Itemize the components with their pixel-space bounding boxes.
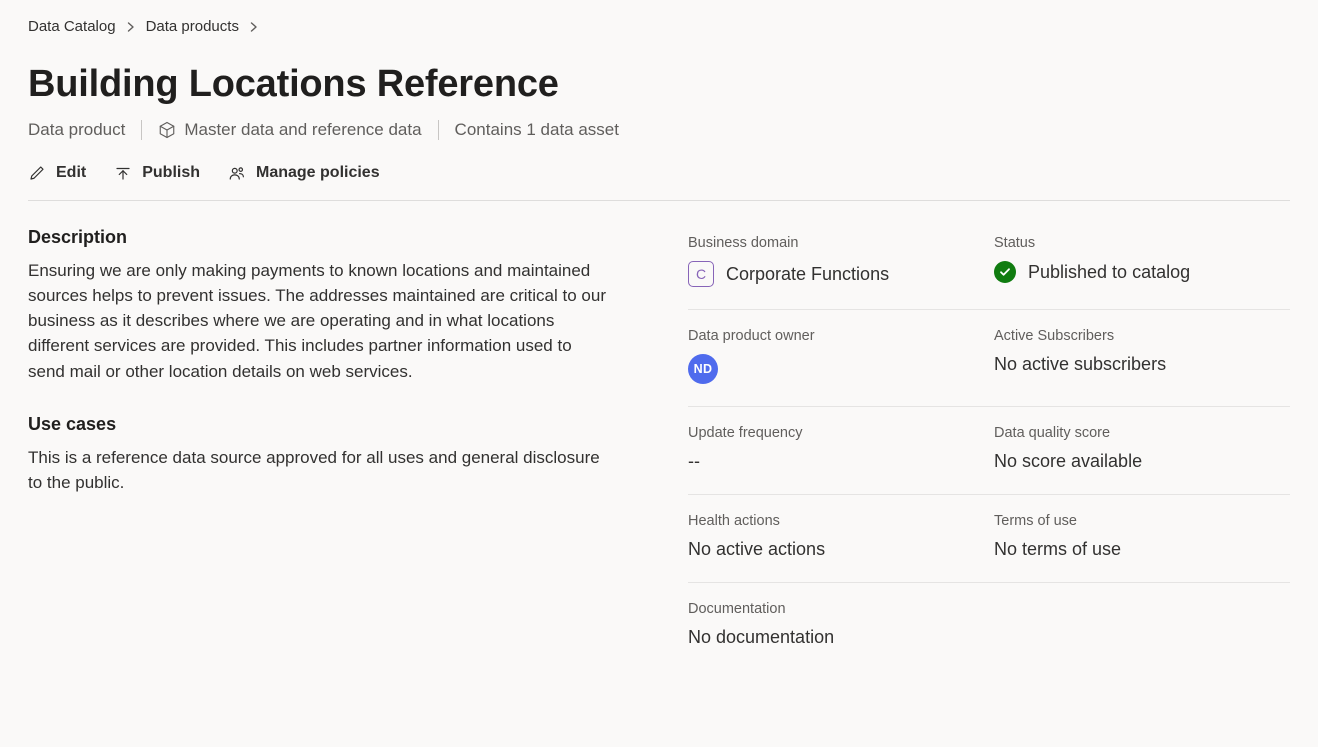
content-area: Description Ensuring we are only making … [28,227,1290,668]
terms-of-use-field: Terms of use No terms of use [994,505,1290,580]
health-actions-field: Health actions No active actions [688,505,984,580]
terms-of-use-label: Terms of use [994,513,1290,529]
divider [688,494,1290,495]
business-domain-value: Corporate Functions [726,264,889,285]
divider [688,582,1290,583]
cube-icon [158,121,176,139]
business-domain-label: Business domain [688,235,984,251]
page-title: Building Locations Reference [28,63,1290,106]
edit-button-label: Edit [56,164,86,182]
divider [438,120,439,140]
description-heading: Description [28,227,608,248]
edit-button[interactable]: Edit [28,164,86,182]
publish-button[interactable]: Publish [114,164,200,182]
asset-count-label: Contains 1 data asset [455,120,619,140]
update-frequency-value: -- [688,451,984,472]
owner-avatar[interactable]: ND [688,354,718,384]
subscribers-value: No active subscribers [994,354,1290,375]
terms-of-use-value: No terms of use [994,539,1290,560]
product-category-label: Master data and reference data [184,120,421,140]
domain-badge: C [688,261,714,287]
health-actions-label: Health actions [688,513,984,529]
data-quality-label: Data quality score [994,425,1290,441]
data-quality-field: Data quality score No score available [994,417,1290,492]
subscribers-field: Active Subscribers No active subscribers [994,320,1290,404]
breadcrumb-data-catalog[interactable]: Data Catalog [28,18,116,35]
health-actions-value: No active actions [688,539,984,560]
chevron-right-icon [249,22,259,32]
status-value: Published to catalog [1028,262,1190,283]
owner-field: Data product owner ND [688,320,984,404]
status-field: Status Published to catalog [994,227,1290,307]
page-subtitle: Data product Master data and reference d… [28,120,1290,140]
chevron-right-icon [126,22,136,32]
divider [688,309,1290,310]
documentation-label: Documentation [688,601,1290,617]
people-icon [228,164,246,182]
divider [141,120,142,140]
business-domain-field: Business domain C Corporate Functions [688,227,984,307]
breadcrumb-data-products[interactable]: Data products [146,18,239,35]
update-frequency-field: Update frequency -- [688,417,984,492]
owner-label: Data product owner [688,328,984,344]
publish-icon [114,164,132,182]
publish-button-label: Publish [142,164,200,182]
data-quality-value: No score available [994,451,1290,472]
documentation-field: Documentation No documentation [688,593,1290,668]
left-column: Description Ensuring we are only making … [28,227,608,668]
pencil-icon [28,164,46,182]
manage-policies-button-label: Manage policies [256,164,380,182]
divider [28,200,1290,201]
action-bar: Edit Publish Manage policies [28,164,1290,200]
divider [688,406,1290,407]
description-body: Ensuring we are only making payments to … [28,258,608,384]
documentation-value: No documentation [688,627,1290,648]
right-column: Business domain C Corporate Functions St… [688,227,1290,668]
update-frequency-label: Update frequency [688,425,984,441]
product-type-label: Data product [28,120,125,140]
breadcrumb: Data Catalog Data products [28,18,1290,35]
use-cases-body: This is a reference data source approved… [28,445,608,495]
checkmark-circle-icon [994,261,1016,283]
use-cases-heading: Use cases [28,414,608,435]
product-category: Master data and reference data [158,120,421,140]
status-label: Status [994,235,1290,251]
manage-policies-button[interactable]: Manage policies [228,164,380,182]
subscribers-label: Active Subscribers [994,328,1290,344]
